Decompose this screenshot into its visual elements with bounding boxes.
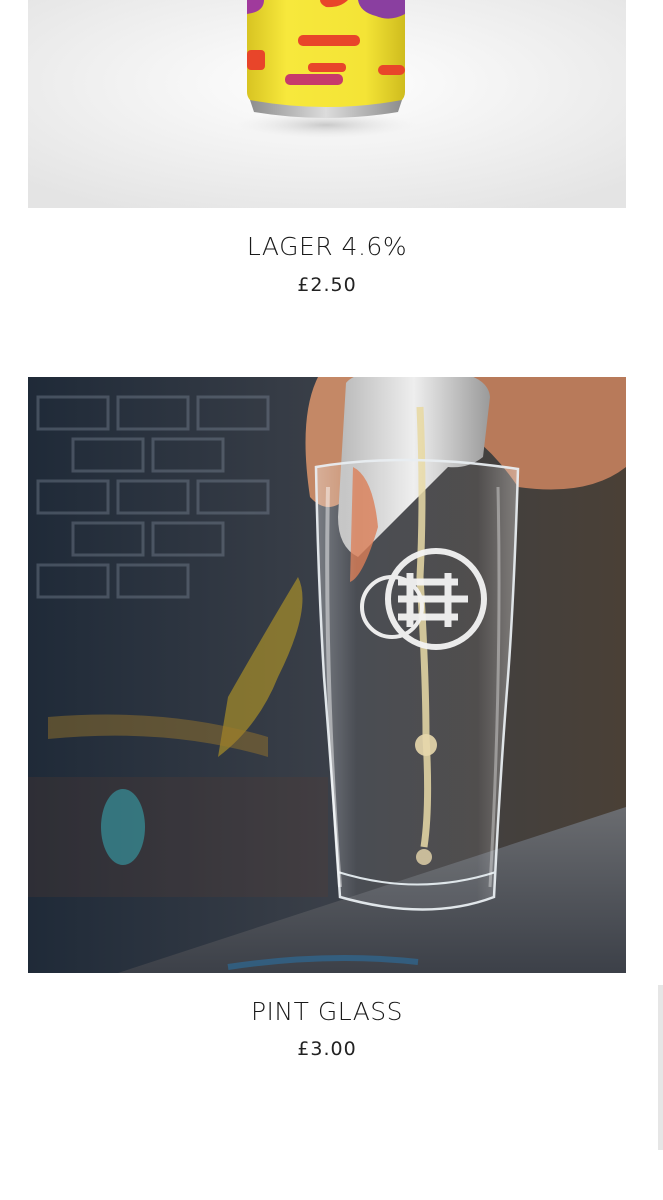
product-card-pint-glass[interactable]: PINT GLASS £3.00 bbox=[28, 377, 626, 1060]
product-list-page: LAGER 4.6% £2.50 PINT GLASS £3.00 bbox=[0, 0, 663, 1200]
product-title[interactable]: PINT GLASS bbox=[28, 997, 626, 1026]
product-price: £2.50 bbox=[297, 274, 357, 296]
product-title[interactable]: LAGER 4.6% bbox=[28, 232, 626, 261]
scrollbar[interactable] bbox=[658, 985, 663, 1150]
product-price: £3.00 bbox=[297, 1038, 357, 1060]
lager-can-image[interactable] bbox=[28, 0, 626, 208]
product-card-lager[interactable]: LAGER 4.6% £2.50 bbox=[28, 0, 626, 296]
pint-glass-image[interactable] bbox=[28, 377, 626, 973]
